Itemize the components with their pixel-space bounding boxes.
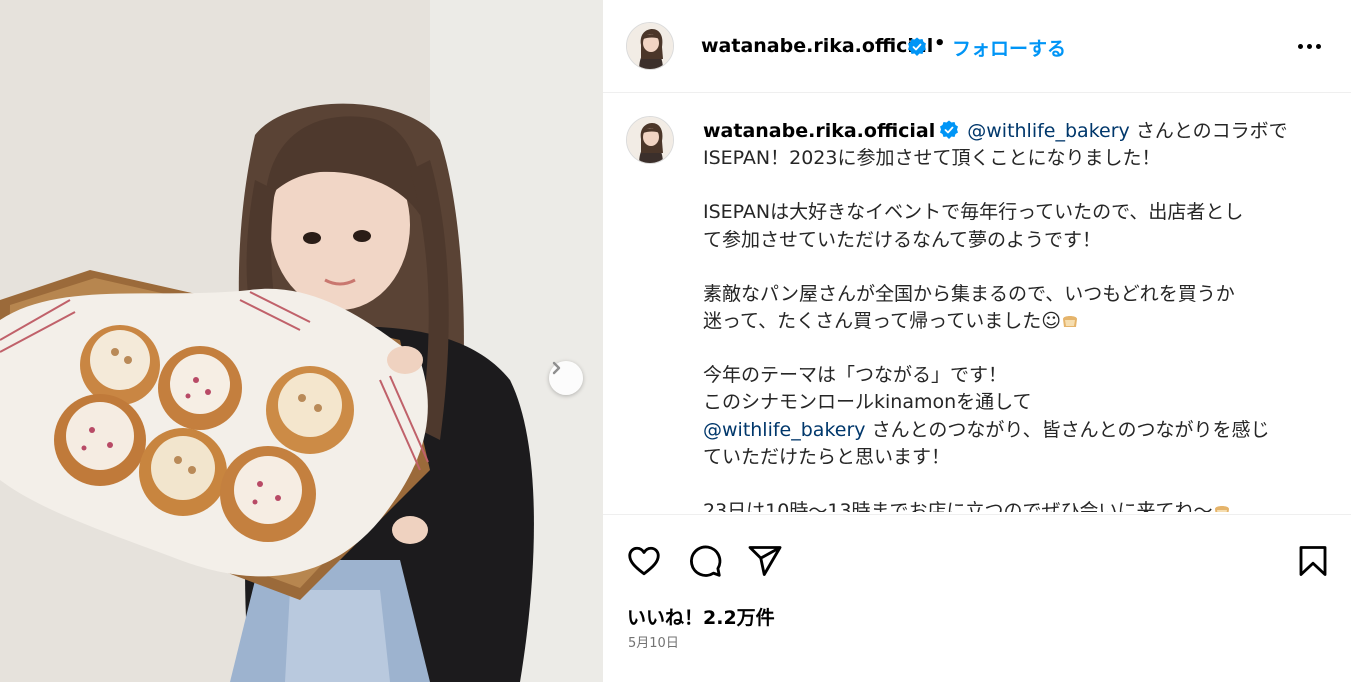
- caption-line: 迷って、たくさん買って帰っていました☺: [703, 308, 1318, 335]
- separator-dot: •: [934, 33, 946, 54]
- bookmark-icon[interactable]: [1295, 543, 1331, 579]
- caption-line: watanabe.rika.official @withlife_bakery …: [703, 118, 1318, 145]
- avatar[interactable]: [626, 22, 674, 70]
- post-author-username[interactable]: watanabe.rika.official: [701, 35, 933, 57]
- caption-text: watanabe.rika.official @withlife_bakery …: [703, 118, 1318, 512]
- more-options-icon: [1297, 43, 1303, 49]
- post-header: watanabe.rika.official • フォローする: [603, 0, 1351, 93]
- caption-segment: 23日は10時〜13時までお店に立つのでぜひ会いに来てね〜: [703, 500, 1213, 512]
- heart-icon[interactable]: [626, 543, 662, 579]
- caption-line: 素敵なパン屋さんが全国から集まるので、いつもどれを買うか: [703, 282, 1235, 305]
- caption-segment: さんとのつながり、皆さんとのつながりを感じ: [871, 418, 1270, 441]
- caption-username[interactable]: watanabe.rika.official: [703, 120, 935, 142]
- mention-link[interactable]: @withlife_bakery: [967, 120, 1130, 142]
- post-actions-bar: [603, 514, 1351, 604]
- instagram-post-modal: watanabe.rika.official • フォローする watanabe…: [0, 0, 1351, 682]
- caption-line: 23日は10時〜13時までお店に立つのでぜひ会いに来てね〜: [703, 498, 1318, 512]
- verified-badge-icon: [940, 120, 959, 139]
- caption-segment: 迷って、たくさん買って帰っていました☺: [703, 310, 1062, 333]
- caption-line: @withlife_bakery さんとのつながり、皆さんとのつながりを感じ: [703, 417, 1318, 444]
- mention-link[interactable]: @withlife_bakery: [703, 419, 866, 441]
- more-dot: [1315, 43, 1321, 49]
- chevron-right-icon: [552, 361, 561, 375]
- more-options-button[interactable]: [1294, 31, 1324, 61]
- post-photo-illustration: [0, 0, 603, 682]
- avatar-image: [627, 23, 673, 69]
- post-date[interactable]: 5月10日: [628, 632, 679, 651]
- verified-badge-icon: [908, 37, 926, 56]
- like-count[interactable]: いいね！2.2万件: [627, 603, 775, 630]
- next-photo-button[interactable]: [549, 361, 583, 395]
- more-dot: [1306, 43, 1312, 49]
- paper-plane-icon[interactable]: [747, 543, 783, 579]
- caption-line: ISEPANは大好きなイベントで毎年行っていたので、出店者とし: [703, 201, 1244, 224]
- post-caption: watanabe.rika.official @withlife_bakery …: [603, 94, 1351, 512]
- caption-line: ISEPAN！2023に参加させて頂くことになりました！: [703, 147, 1161, 170]
- caption-avatar[interactable]: [626, 116, 674, 164]
- caption-line: ていただけたらと思います！: [703, 445, 951, 468]
- follow-button[interactable]: フォローする: [952, 34, 1066, 61]
- post-photo[interactable]: [0, 0, 603, 682]
- bread-emoji-icon: [1063, 316, 1078, 328]
- caption-line: て参加させていただけるなんて夢のようです！: [703, 228, 1102, 251]
- post-details-panel: watanabe.rika.official • フォローする watanabe…: [603, 0, 1351, 682]
- comment-icon[interactable]: [687, 543, 723, 579]
- caption-line: 今年のテーマは「つながる」です！: [703, 364, 1008, 387]
- bread-emoji-icon: [1214, 506, 1229, 512]
- avatar-image: [627, 117, 673, 163]
- caption-segment: さんとのコラボで: [1135, 120, 1288, 142]
- caption-line: このシナモンロールkinamonを通して: [703, 391, 1032, 414]
